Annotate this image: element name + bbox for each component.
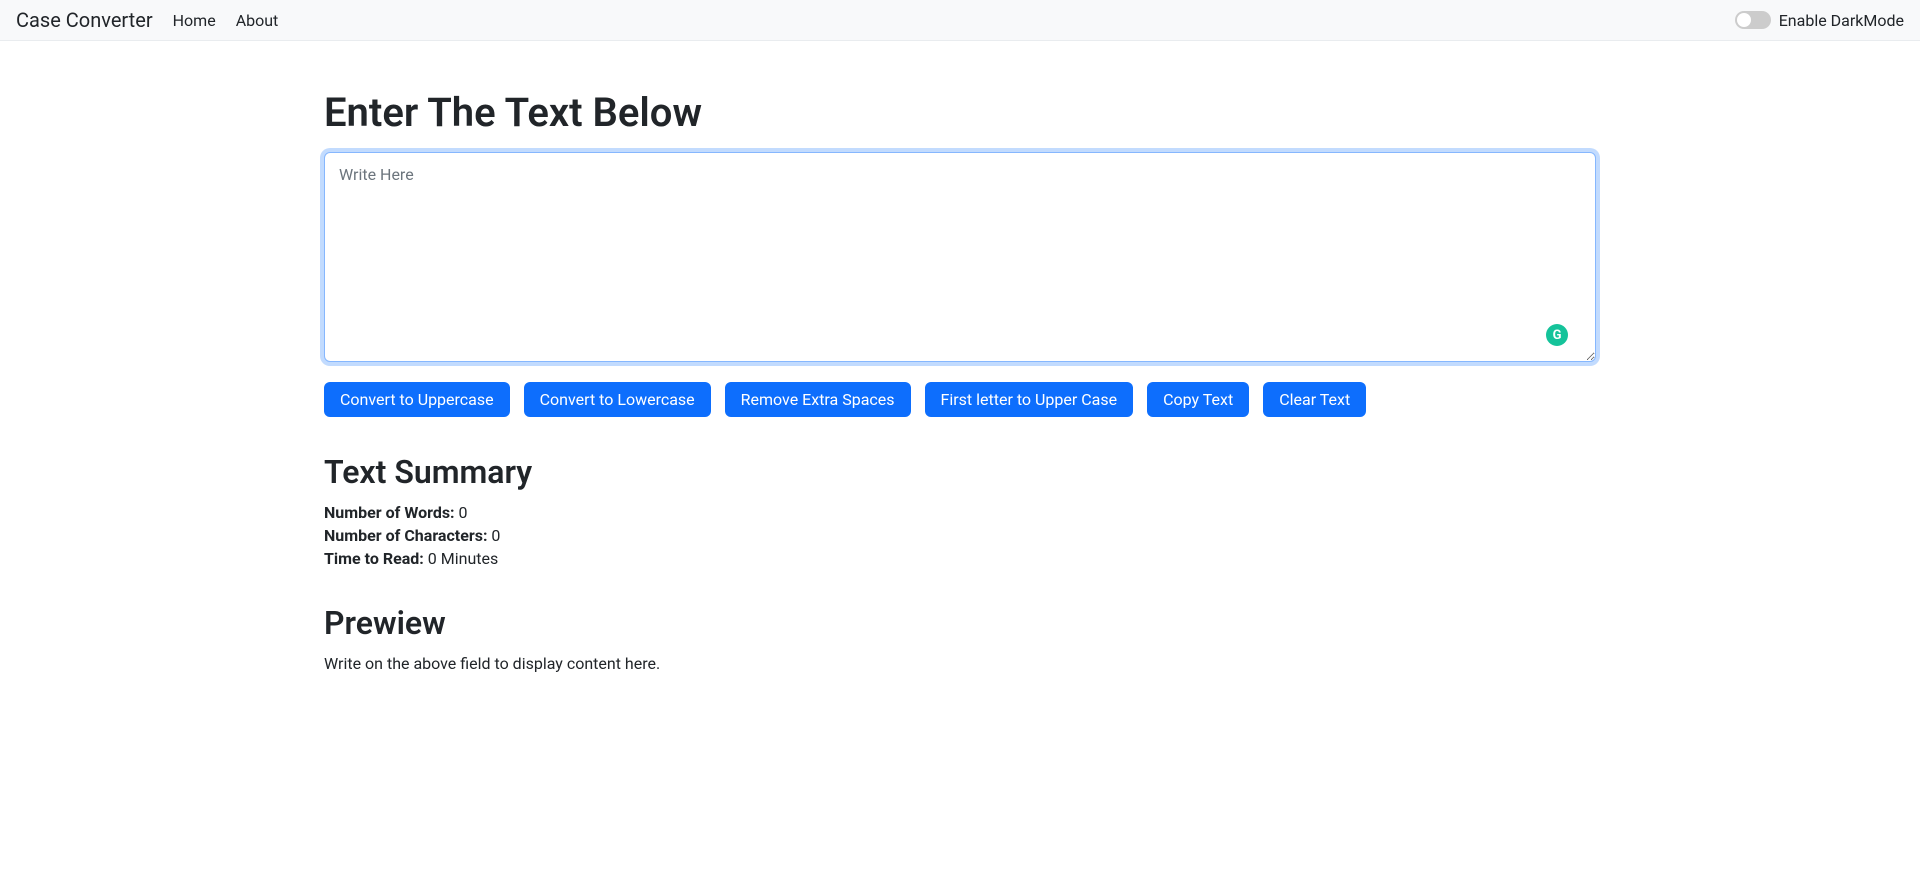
copy-text-button[interactable]: Copy Text: [1147, 382, 1249, 417]
clear-text-button[interactable]: Clear Text: [1263, 382, 1366, 417]
main-container: Enter The Text Below G Convert to Upperc…: [312, 41, 1608, 697]
summary-heading: Text Summary: [324, 453, 1596, 491]
summary-words-value: 0: [459, 503, 468, 522]
summary-chars-value: 0: [491, 526, 500, 545]
nav-link-about[interactable]: About: [236, 11, 279, 30]
first-letter-upper-button[interactable]: First letter to Upper Case: [925, 382, 1134, 417]
preview-text: Write on the above field to display cont…: [324, 654, 1596, 673]
grammarly-icon[interactable]: G: [1546, 324, 1568, 346]
darkmode-slider: [1735, 11, 1771, 29]
summary-time-value: 0 Minutes: [428, 549, 498, 568]
navbar: Case Converter Home About Enable DarkMod…: [0, 0, 1920, 41]
summary-chars-label: Number of Characters:: [324, 526, 487, 545]
darkmode-label: Enable DarkMode: [1779, 11, 1904, 30]
summary-chars: Number of Characters: 0: [324, 526, 1596, 545]
navbar-right: Enable DarkMode: [1735, 11, 1904, 30]
page-heading: Enter The Text Below: [324, 89, 1596, 136]
summary-words: Number of Words: 0: [324, 503, 1596, 522]
darkmode-toggle[interactable]: [1735, 11, 1771, 29]
textarea-wrap: G: [324, 152, 1596, 366]
navbar-brand[interactable]: Case Converter: [16, 8, 153, 32]
summary-words-label: Number of Words:: [324, 503, 455, 522]
preview-heading: Prewiew: [324, 604, 1596, 642]
navbar-left: Case Converter Home About: [16, 8, 278, 32]
summary-time-label: Time to Read:: [324, 549, 424, 568]
summary-time: Time to Read: 0 Minutes: [324, 549, 1596, 568]
button-row: Convert to Uppercase Convert to Lowercas…: [324, 382, 1596, 417]
convert-uppercase-button[interactable]: Convert to Uppercase: [324, 382, 510, 417]
text-input[interactable]: [324, 152, 1596, 362]
remove-spaces-button[interactable]: Remove Extra Spaces: [725, 382, 911, 417]
nav-link-home[interactable]: Home: [173, 11, 216, 30]
convert-lowercase-button[interactable]: Convert to Lowercase: [524, 382, 711, 417]
